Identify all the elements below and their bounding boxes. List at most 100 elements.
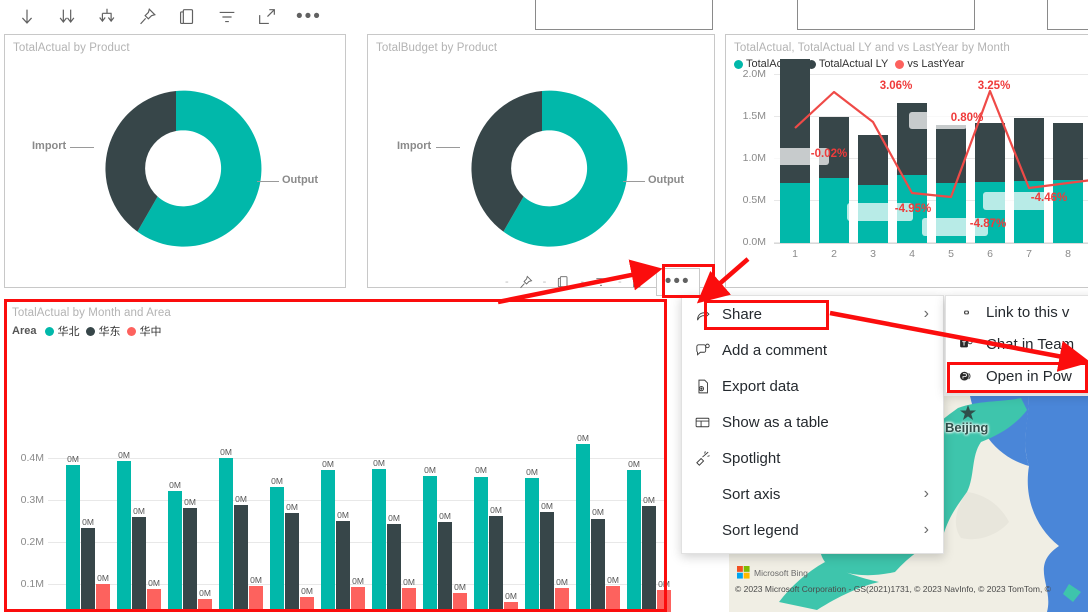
leader-line-import	[70, 147, 94, 148]
context-menu-item-show-as-a-table[interactable]: Show as a table	[682, 404, 943, 440]
bar-data-label: 0M	[658, 579, 670, 590]
drill-up-expand-icon[interactable]	[96, 6, 118, 28]
y-tick-label: 0.0M	[742, 236, 766, 248]
bar-data-label: 0M	[184, 496, 196, 507]
data-label-pct: -4.87%	[969, 218, 1007, 230]
visual-bar-month-area[interactable]: TotalActual by Month and Area Area 华北 华东…	[4, 300, 671, 612]
legend-dot-red	[895, 59, 905, 69]
donut-chart-total-actual: Import Output	[5, 54, 345, 284]
y-tick-label: 0.3M	[20, 494, 44, 506]
leader-line-output	[257, 181, 279, 182]
data-label-pct: 3.06%	[879, 80, 913, 92]
y-tick-label: 0.1M	[20, 578, 44, 590]
top-card-3	[1047, 0, 1088, 30]
visual-combo-month[interactable]: TotalActual, TotalActual LY and vs LastY…	[725, 34, 1088, 288]
x-tick-label: 2	[831, 248, 837, 260]
submenu-item-chat-in-teams[interactable]: Chat in Team	[946, 328, 1088, 360]
bar-data-label: 0M	[97, 573, 109, 584]
top-card-1	[535, 0, 713, 30]
map-city-label: Beijing	[945, 420, 989, 435]
visual-title: TotalBudget by Product	[376, 42, 498, 54]
bar-data-label: 0M	[199, 588, 211, 599]
context-menu-label: Spotlight	[722, 449, 781, 467]
focus-mode-icon[interactable]	[256, 6, 278, 28]
share-submenu[interactable]: Link to this v Chat in Team Open in Pow	[945, 295, 1088, 393]
header-separator: -	[505, 276, 509, 288]
y-tick-label: 0.5M	[742, 194, 766, 206]
visual-header-toolbar: - - - - •••	[505, 268, 700, 296]
legend-item-huadong[interactable]: 华东	[86, 323, 120, 339]
chevron-right-icon: ›	[923, 521, 929, 538]
bing-label: Microsoft Bing	[754, 567, 808, 578]
x-tick-label: 5	[948, 248, 954, 260]
context-menu-item-sort-legend[interactable]: Sort legend ›	[682, 512, 943, 548]
powerbi-report-canvas: ••• TotalActual by Product Import Output…	[0, 0, 1088, 612]
combo-plot-area: 2.0M 1.5M 1.0M 0.5M 0.0M -0.02% 3.06% 0.…	[726, 59, 1088, 270]
chevron-right-icon: ›	[923, 485, 929, 502]
x-tick-label: 6	[987, 248, 993, 260]
data-label-pct: -4.46%	[1030, 192, 1068, 204]
data-label-pct: 3.25%	[977, 80, 1011, 92]
bar-data-label: 0M	[475, 465, 487, 476]
context-menu-item-export-data[interactable]: Export data	[682, 368, 943, 404]
legend-label: vs LastYear	[907, 58, 965, 70]
copy-icon[interactable]	[176, 6, 198, 28]
filter-icon[interactable]	[216, 6, 238, 28]
donut-label-output: Output	[282, 174, 319, 186]
visual-context-menu[interactable]: Share › Add a comment Export data Show a…	[681, 295, 944, 554]
more-options-icon[interactable]: •••	[296, 7, 322, 26]
context-menu-label: Add a comment	[722, 341, 828, 359]
map-credit: © 2023 Microsoft Corporation - GS(2021)1…	[735, 584, 1051, 594]
focus-mode-icon[interactable]	[628, 271, 650, 293]
legend-dot-red	[127, 326, 137, 336]
filter-icon[interactable]	[590, 271, 612, 293]
bar-data-label: 0M	[67, 453, 79, 464]
bar-data-label: 0M	[577, 432, 589, 443]
submenu-label: Link to this v	[986, 303, 1070, 321]
context-menu-label: Show as a table	[722, 413, 829, 431]
x-tick-label: 3	[870, 248, 876, 260]
legend-item-totalactual-ly[interactable]: TotalActual LY	[806, 58, 888, 70]
context-menu-item-add-a-comment[interactable]: Add a comment	[682, 332, 943, 368]
legend-item-huabei[interactable]: 华北	[45, 323, 79, 339]
bar-data-label: 0M	[235, 494, 247, 505]
drill-down-all-icon[interactable]	[56, 6, 78, 28]
bar-data-label: 0M	[337, 509, 349, 520]
legend-item-huazhong[interactable]: 华中	[127, 323, 161, 339]
copy-icon[interactable]	[552, 271, 574, 293]
visual-title: TotalActual, TotalActual LY and vs LastY…	[734, 42, 1010, 54]
link-icon	[958, 304, 986, 321]
donut-label-output: Output	[648, 174, 685, 186]
leader-line-import	[436, 147, 460, 148]
context-menu-item-sort-axis[interactable]: Sort axis ›	[682, 476, 943, 512]
submenu-label: Chat in Team	[986, 335, 1075, 353]
context-menu-item-spotlight[interactable]: Spotlight	[682, 440, 943, 476]
bar-data-label: 0M	[118, 449, 130, 460]
bar-data-label: 0M	[82, 516, 94, 527]
pin-icon[interactable]	[136, 6, 158, 28]
bar-data-label: 0M	[352, 575, 364, 586]
x-tick-label: 4	[909, 248, 915, 260]
drill-down-icon[interactable]	[16, 6, 38, 28]
header-separator: -	[580, 276, 585, 288]
submenu-item-open-in-powerpoint[interactable]: Open in Pow	[946, 360, 1088, 392]
export-data-icon	[694, 378, 722, 395]
visual-donut-total-actual[interactable]: TotalActual by Product Import Output	[4, 34, 346, 288]
y-tick-label: 0.4M	[20, 452, 44, 464]
data-label-pct: -4.95%	[894, 203, 932, 215]
more-options-button[interactable]: •••	[655, 268, 700, 296]
bar-data-label: 0M	[271, 475, 283, 486]
more-options-icon: •••	[664, 271, 691, 292]
bar-data-label: 0M	[556, 577, 568, 588]
legend-item-vs-lastyear[interactable]: vs LastYear	[895, 58, 964, 70]
legend-dot-teal	[45, 326, 55, 336]
context-menu-item-share[interactable]: Share ›	[682, 296, 943, 332]
submenu-item-link-to-this-visual[interactable]: Link to this v	[946, 296, 1088, 328]
bar-data-label: 0M	[388, 512, 400, 523]
bar-data-label: 0M	[373, 457, 385, 468]
visual-donut-total-budget[interactable]: TotalBudget by Product Import Output	[367, 34, 715, 288]
bing-attribution: Microsoft Bing	[737, 566, 808, 579]
pin-icon[interactable]	[515, 271, 537, 293]
bar-data-label: 0M	[424, 464, 436, 475]
bar-data-label: 0M	[439, 511, 451, 522]
